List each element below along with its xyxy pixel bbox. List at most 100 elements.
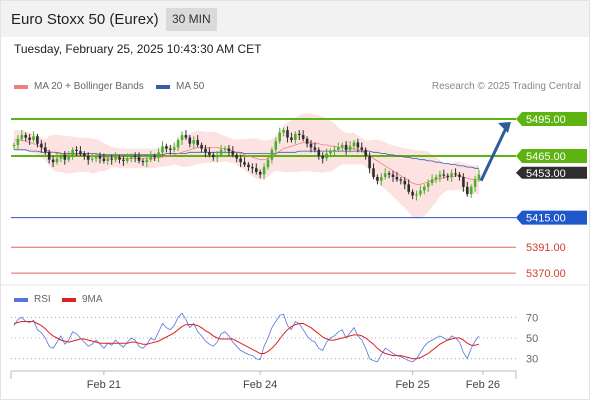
level-label-5415.00: 5415.00 xyxy=(526,213,566,225)
candle-body xyxy=(313,147,317,150)
candle-body xyxy=(208,152,211,155)
candle-body xyxy=(126,158,129,161)
candle-body xyxy=(55,158,59,163)
candle-body xyxy=(106,158,110,161)
candle-body xyxy=(356,142,360,148)
candle-body xyxy=(340,144,344,148)
x-tick-label-Feb-24: Feb 24 xyxy=(243,379,277,391)
candle-body xyxy=(286,130,289,138)
candle-body xyxy=(469,186,473,195)
x-tick-label-Feb-21: Feb 21 xyxy=(87,379,121,391)
candle-body xyxy=(454,173,457,175)
rsi-tick-30: 30 xyxy=(526,354,538,366)
candle-body xyxy=(149,156,153,160)
candle-body xyxy=(71,149,74,156)
candle-body xyxy=(83,153,86,156)
candle-body xyxy=(20,135,24,139)
candle-body xyxy=(407,184,410,192)
candle-body xyxy=(411,191,414,196)
candle-body xyxy=(169,148,172,150)
candle-body xyxy=(282,130,285,133)
candle-body xyxy=(364,149,367,156)
candle-body xyxy=(301,135,305,139)
candle-body xyxy=(188,137,192,144)
candle-body xyxy=(145,159,149,163)
candle-body xyxy=(243,162,246,165)
candle-body xyxy=(399,179,403,181)
candle-body xyxy=(258,172,262,175)
candle-body xyxy=(309,143,313,148)
candle-body xyxy=(165,146,168,149)
candle-body xyxy=(442,174,446,176)
candle-body xyxy=(423,186,426,191)
candle-body xyxy=(430,179,434,184)
candle-body xyxy=(86,156,90,160)
bollinger-band xyxy=(14,113,479,219)
level-label-5370.00: 5370.00 xyxy=(526,268,566,280)
candle-body xyxy=(94,156,98,159)
rsi-line xyxy=(13,312,480,363)
candle-body xyxy=(16,138,20,145)
candle-body xyxy=(466,186,469,195)
candle-body xyxy=(90,158,94,160)
candle-body xyxy=(344,144,348,150)
candle-body xyxy=(348,146,352,150)
level-label-5495.00: 5495.00 xyxy=(526,114,566,126)
x-tick-label-Feb-26: Feb 26 xyxy=(466,379,500,391)
candle-body xyxy=(270,149,274,160)
candle-body xyxy=(172,147,176,150)
candle-body xyxy=(44,147,47,153)
candle-body xyxy=(376,177,379,181)
candle-body xyxy=(215,154,219,158)
candle-body xyxy=(333,149,336,151)
candle-body xyxy=(290,137,293,140)
candle-body xyxy=(102,158,106,161)
candle-body xyxy=(321,156,324,159)
candle-body xyxy=(59,154,63,159)
candle-body xyxy=(477,174,481,180)
candle-body xyxy=(32,136,35,140)
candle-body xyxy=(262,167,266,175)
candle-body xyxy=(274,141,278,150)
candle-body xyxy=(462,177,465,187)
candle-body xyxy=(247,164,250,168)
candle-body xyxy=(204,148,207,153)
candle-body xyxy=(137,157,141,161)
candle-body xyxy=(235,154,238,159)
candle-body xyxy=(360,147,364,150)
candle-body xyxy=(133,156,137,158)
level-label-5391.00: 5391.00 xyxy=(526,242,566,254)
candle-body xyxy=(141,160,145,163)
candle-body xyxy=(129,156,133,159)
candle-body xyxy=(352,142,356,147)
candle-body xyxy=(403,180,407,185)
candle-body xyxy=(98,156,102,159)
candle-body xyxy=(368,156,371,169)
candle-body xyxy=(75,149,78,151)
candle-body xyxy=(325,153,328,159)
candle-body xyxy=(391,174,395,177)
candle-body xyxy=(419,190,422,195)
candle-body xyxy=(212,154,215,158)
candle-body xyxy=(255,168,258,172)
candle-body xyxy=(387,173,391,175)
candle-body xyxy=(337,147,340,150)
candle-body xyxy=(219,149,223,155)
chart-canvas: 5495.00 5465.00 5415.00 5391.00 5370.00 5453.… xyxy=(1,112,589,391)
x-tick-label-Feb-25: Feb 25 xyxy=(395,379,429,391)
candle-body xyxy=(200,144,203,149)
candle-body xyxy=(180,135,184,140)
candle-body xyxy=(122,159,125,161)
candle-body xyxy=(12,144,16,147)
last-price-label: 5453.00 xyxy=(526,168,566,180)
chart-widget: Euro Stoxx 50 (Eurex) 30 MIN Tuesday, Fe… xyxy=(0,0,590,400)
candle-body xyxy=(450,173,453,177)
forecast-arrow-shaft xyxy=(479,125,509,182)
candle-body xyxy=(47,152,51,160)
candle-body xyxy=(294,133,297,140)
rsi-tick-50: 50 xyxy=(526,333,538,345)
candle-body xyxy=(184,135,188,138)
candle-body xyxy=(415,194,418,196)
level-label-5465.00: 5465.00 xyxy=(526,151,566,163)
candle-body xyxy=(298,133,301,135)
